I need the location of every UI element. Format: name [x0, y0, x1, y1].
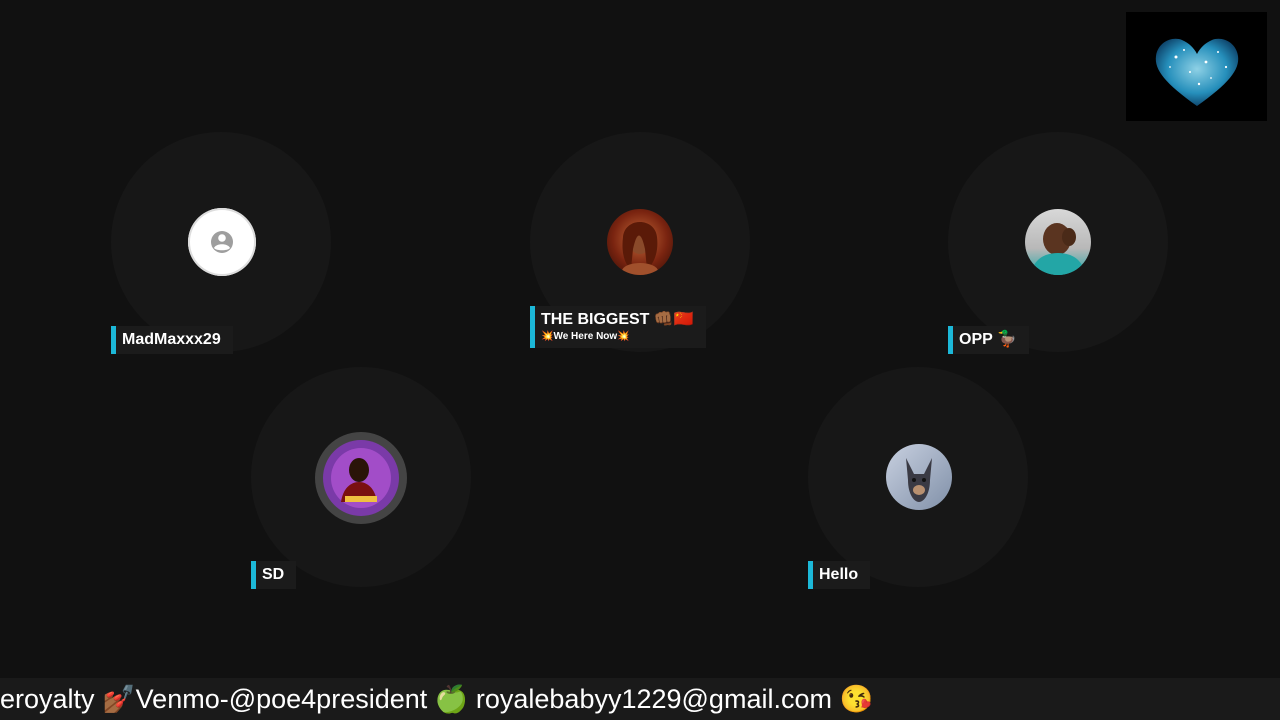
- scrolling-ticker: eroyalty 💅🏾Venmo-@poe4president 🍏 royale…: [0, 678, 1280, 720]
- sparkle-heart-icon: [1155, 38, 1239, 106]
- dog-photo-avatar: [886, 444, 952, 510]
- participant-name-tag: Hello: [808, 561, 871, 589]
- participant-name: OPP 🦆: [959, 331, 1017, 348]
- participant-name-tag: THE BIGGEST 👊🏾🇨🇳 💥We Here Now💥: [530, 306, 706, 348]
- participant-name-tag: SD: [251, 561, 297, 589]
- participant-name: SD: [262, 566, 285, 583]
- participant-name: THE BIGGEST 👊🏾🇨🇳: [541, 311, 694, 328]
- man-photo-avatar: [1025, 209, 1091, 275]
- self-view-preview[interactable]: [1126, 12, 1267, 121]
- participant-subtitle: 💥We Here Now💥: [541, 331, 630, 342]
- participant-name-tag: OPP 🦆: [948, 326, 1029, 354]
- video-call-stage: MadMaxxx29 THE BIGGEST 👊🏾🇨🇳 💥We Here Now…: [0, 0, 1280, 720]
- woman-portrait-avatar: [607, 209, 673, 275]
- participant-name: Hello: [819, 566, 859, 583]
- participant-name-tag: MadMaxxx29: [111, 326, 233, 354]
- purple-logo-avatar: [315, 432, 407, 524]
- default-user-icon: [188, 208, 256, 276]
- participant-name: MadMaxxx29: [122, 331, 221, 348]
- ticker-text: eroyalty 💅🏾Venmo-@poe4president 🍏 royale…: [0, 684, 874, 714]
